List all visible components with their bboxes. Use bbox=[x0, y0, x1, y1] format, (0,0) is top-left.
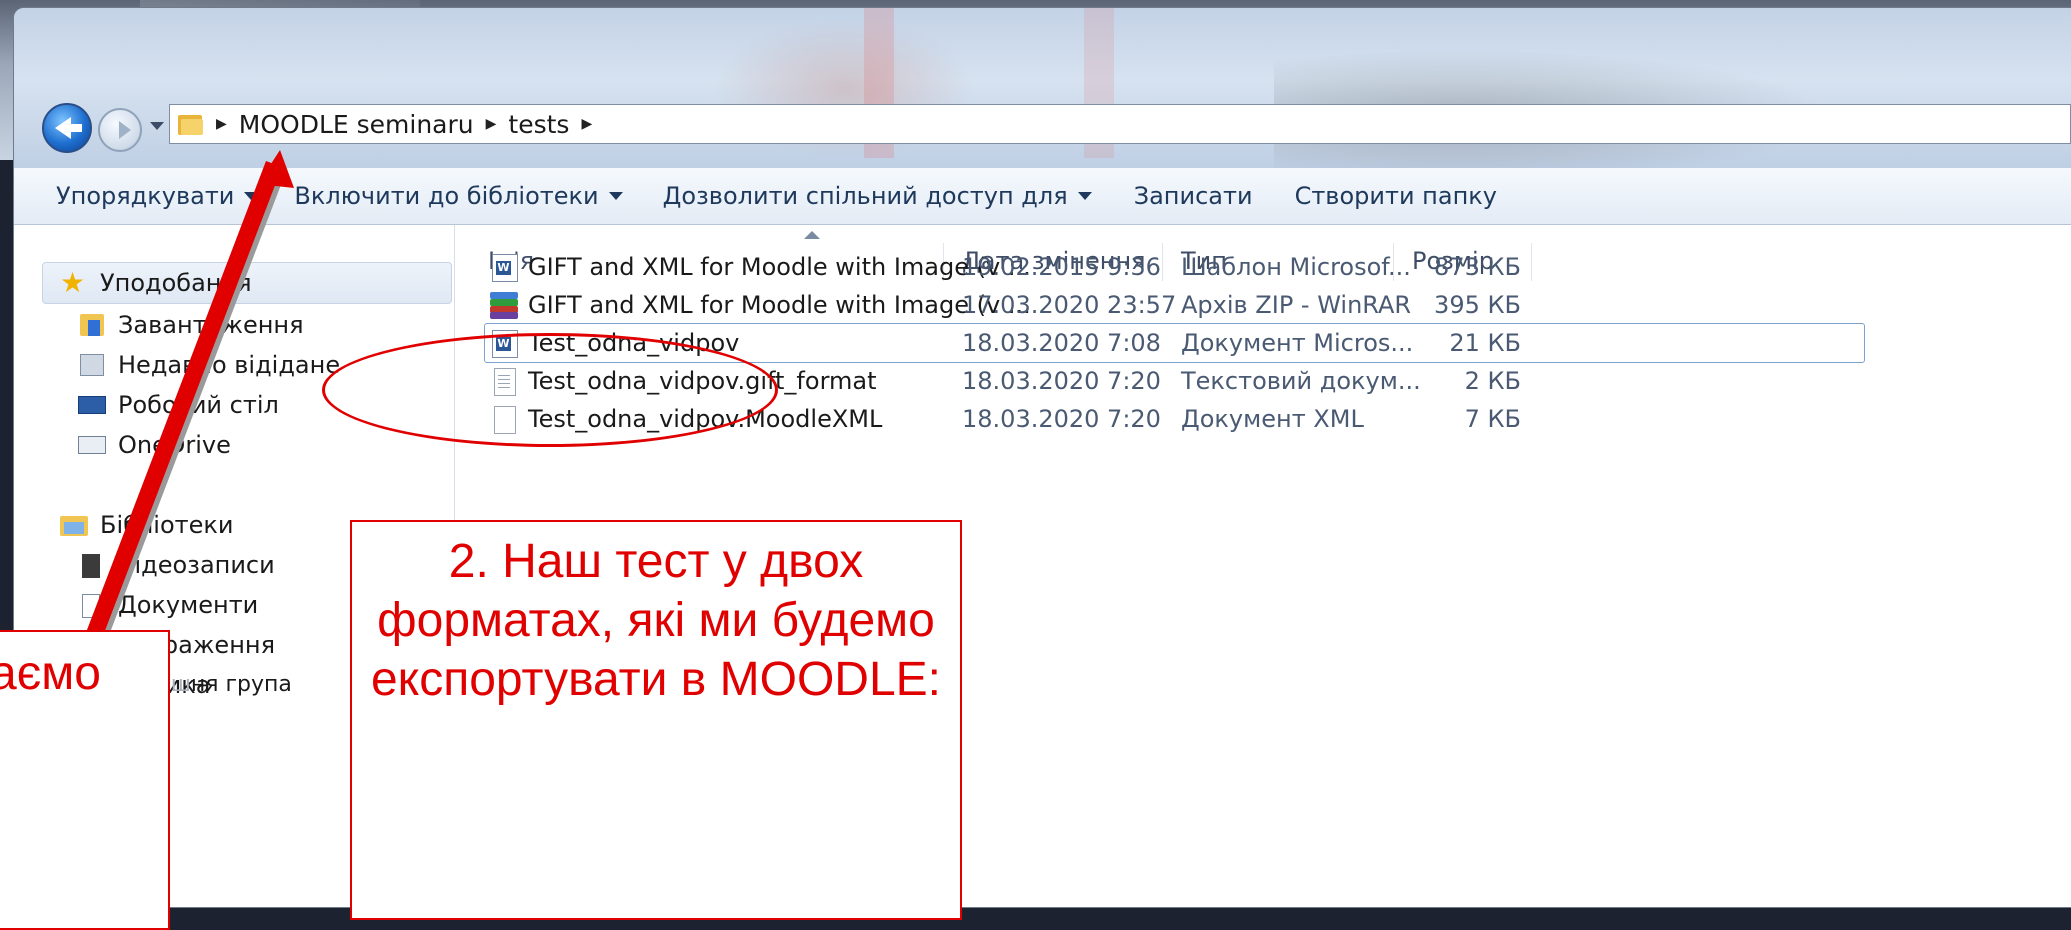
share-label: Дозволити спільний доступ для bbox=[662, 182, 1068, 210]
sidebar-label: Завантаження bbox=[118, 311, 304, 339]
breadcrumb-arrow-icon[interactable]: ▶ bbox=[486, 116, 497, 132]
sidebar-item-recent-places[interactable]: Недавно відідане bbox=[78, 345, 340, 385]
file-date: 18.03.2020 7:08 bbox=[962, 329, 1161, 357]
file-type: Документ XML bbox=[1181, 405, 1364, 433]
recent-pages-dropdown[interactable] bbox=[150, 122, 164, 130]
folder-icon bbox=[178, 111, 204, 137]
forward-button[interactable] bbox=[98, 108, 142, 152]
chevron-down-icon bbox=[1077, 192, 1092, 200]
new-folder-label: Створити папку bbox=[1294, 182, 1497, 210]
new-folder-button[interactable]: Створити папку bbox=[1279, 182, 1513, 210]
organize-button[interactable]: Упорядкувати bbox=[40, 182, 274, 210]
annotation-left-text: аємо bbox=[0, 647, 101, 700]
chevron-down-icon bbox=[608, 192, 623, 200]
sidebar-label: Бібліотеки bbox=[100, 511, 234, 539]
file-name: GIFT and XML for Moodle with Image (v ..… bbox=[528, 253, 1031, 281]
breadcrumb-arrow-icon[interactable]: ▶ bbox=[581, 116, 592, 132]
file-name-cell[interactable]: W GIFT and XML for Moodle with Image (v … bbox=[490, 247, 1031, 287]
word-template-icon: W bbox=[490, 252, 518, 282]
title-bar: ▶ MOODLE seminaru ▶ tests ▶ bbox=[14, 8, 2071, 168]
table-row[interactable]: W GIFT and XML for Moodle with Image (v … bbox=[455, 247, 2071, 287]
sidebar-label: Документи bbox=[118, 591, 259, 619]
file-name: GIFT and XML for Moodle with Image (v ..… bbox=[528, 291, 1031, 319]
libraries-icon bbox=[60, 512, 90, 538]
sidebar-label: Уподобання bbox=[100, 269, 252, 297]
aero-blur bbox=[1274, 38, 1894, 168]
file-size: 873 КБ bbox=[1434, 253, 1521, 281]
recent-places-icon bbox=[78, 352, 108, 378]
file-type: Архів ZIP - WinRAR bbox=[1181, 291, 1412, 319]
onedrive-icon bbox=[78, 432, 108, 458]
sidebar-item-downloads[interactable]: Завантаження bbox=[78, 305, 304, 345]
sidebar-item-desktop[interactable]: Робочий стіл bbox=[78, 385, 279, 425]
sidebar-label: Відеозаписи bbox=[118, 551, 275, 579]
breadcrumb-tests[interactable]: tests bbox=[508, 110, 569, 139]
file-type: Шаблон Microsof... bbox=[1181, 253, 1411, 281]
file-name-cell[interactable]: GIFT and XML for Moodle with Image (v ..… bbox=[490, 285, 1031, 325]
file-size: 395 КБ bbox=[1434, 291, 1521, 319]
file-size: 21 КБ bbox=[1449, 329, 1521, 357]
winrar-archive-icon bbox=[490, 290, 518, 320]
file-date: 18.03.2020 7:20 bbox=[962, 367, 1161, 395]
sidebar-label: OneDrive bbox=[118, 431, 231, 459]
sidebar-label: Робочий стіл bbox=[118, 391, 279, 419]
burn-button[interactable]: Записати bbox=[1118, 182, 1269, 210]
annotation-ellipse bbox=[322, 333, 778, 447]
chevron-down-icon bbox=[244, 192, 259, 200]
downloads-folder-icon bbox=[78, 312, 108, 338]
sidebar-item-onedrive[interactable]: OneDrive bbox=[78, 425, 231, 465]
file-type: Текстовий докум... bbox=[1181, 367, 1421, 395]
sidebar-item-libraries[interactable]: Бібліотеки bbox=[60, 505, 233, 545]
file-date: 19.02.2015 9:36 bbox=[962, 253, 1161, 281]
homegroup-label: ня група bbox=[190, 672, 292, 697]
desktop-icon bbox=[78, 392, 108, 418]
file-date: 17.03.2020 23:57 bbox=[962, 291, 1177, 319]
include-in-library-button[interactable]: Включити до бібліотеки bbox=[278, 182, 638, 210]
burn-label: Записати bbox=[1133, 182, 1253, 210]
breadcrumb-arrow-icon[interactable]: ▶ bbox=[216, 116, 227, 132]
back-button[interactable] bbox=[42, 103, 92, 153]
sidebar-label: Недавно відідане bbox=[118, 351, 341, 379]
share-with-button[interactable]: Дозволити спільний доступ для bbox=[647, 182, 1108, 210]
annotation-callout-text: 2. Наш тест у двох форматах, які ми буде… bbox=[370, 535, 942, 706]
star-icon: ★ bbox=[60, 266, 86, 299]
organize-label: Упорядкувати bbox=[56, 182, 235, 210]
sidebar-item-videos[interactable]: Відеозаписи bbox=[78, 545, 275, 585]
table-row[interactable]: GIFT and XML for Moodle with Image (v ..… bbox=[455, 285, 2071, 325]
documents-library-icon bbox=[78, 592, 108, 618]
file-date: 18.03.2020 7:20 bbox=[962, 405, 1161, 433]
sidebar-item-favorites[interactable]: ★ Уподобання bbox=[60, 263, 252, 303]
explorer-window: ▶ MOODLE seminaru ▶ tests ▶ Упорядкувати… bbox=[14, 8, 2071, 907]
address-bar[interactable]: ▶ MOODLE seminaru ▶ tests ▶ bbox=[169, 104, 2071, 144]
file-size: 2 КБ bbox=[1464, 367, 1521, 395]
breadcrumb-moodle-seminaru[interactable]: MOODLE seminaru bbox=[239, 110, 474, 139]
file-type: Документ Micros... bbox=[1181, 329, 1414, 357]
command-bar: Упорядкувати Включити до бібліотеки Дозв… bbox=[14, 168, 2071, 225]
video-library-icon bbox=[78, 552, 108, 578]
sidebar-item-documents[interactable]: Документи bbox=[78, 585, 258, 625]
include-library-label: Включити до бібліотеки bbox=[294, 182, 599, 210]
file-size: 7 КБ bbox=[1464, 405, 1521, 433]
